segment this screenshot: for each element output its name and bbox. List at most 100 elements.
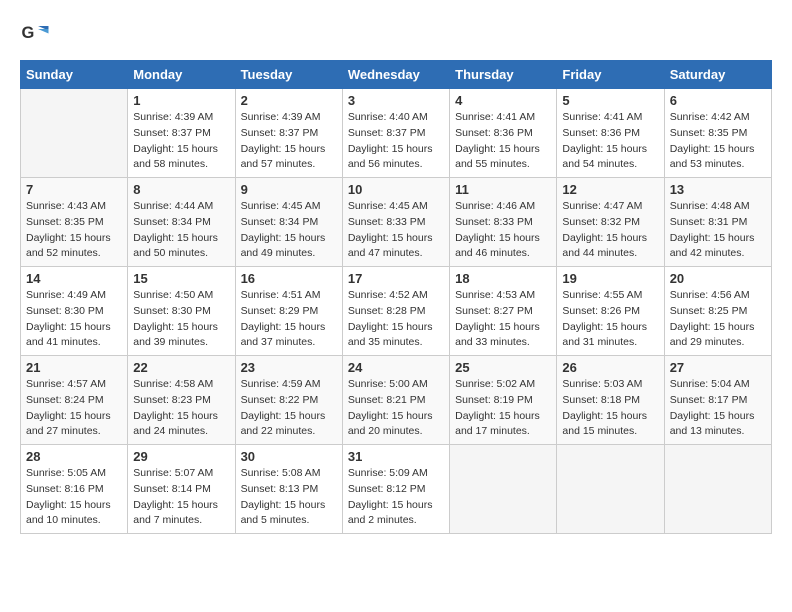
calendar-cell: 19 Sunrise: 4:55 AMSunset: 8:26 PMDaylig…	[557, 267, 664, 356]
calendar-cell: 31 Sunrise: 5:09 AMSunset: 8:12 PMDaylig…	[342, 445, 449, 534]
calendar-cell: 26 Sunrise: 5:03 AMSunset: 8:18 PMDaylig…	[557, 356, 664, 445]
day-info: Sunrise: 4:55 AMSunset: 8:26 PMDaylight:…	[562, 289, 647, 348]
day-info: Sunrise: 4:52 AMSunset: 8:28 PMDaylight:…	[348, 289, 433, 348]
calendar-cell	[21, 89, 128, 178]
day-number: 5	[562, 93, 658, 108]
day-number: 10	[348, 182, 444, 197]
day-number: 16	[241, 271, 337, 286]
day-number: 13	[670, 182, 766, 197]
day-info: Sunrise: 5:04 AMSunset: 8:17 PMDaylight:…	[670, 378, 755, 437]
day-info: Sunrise: 4:39 AMSunset: 8:37 PMDaylight:…	[241, 111, 326, 170]
day-info: Sunrise: 5:02 AMSunset: 8:19 PMDaylight:…	[455, 378, 540, 437]
day-info: Sunrise: 4:48 AMSunset: 8:31 PMDaylight:…	[670, 200, 755, 259]
calendar-cell: 24 Sunrise: 5:00 AMSunset: 8:21 PMDaylig…	[342, 356, 449, 445]
header-cell-wednesday: Wednesday	[342, 61, 449, 89]
calendar-cell	[557, 445, 664, 534]
day-info: Sunrise: 4:56 AMSunset: 8:25 PMDaylight:…	[670, 289, 755, 348]
day-number: 31	[348, 449, 444, 464]
logo-icon: G	[20, 20, 50, 50]
day-info: Sunrise: 4:44 AMSunset: 8:34 PMDaylight:…	[133, 200, 218, 259]
day-number: 17	[348, 271, 444, 286]
calendar-body: 1 Sunrise: 4:39 AMSunset: 8:37 PMDayligh…	[21, 89, 772, 534]
calendar-cell: 3 Sunrise: 4:40 AMSunset: 8:37 PMDayligh…	[342, 89, 449, 178]
day-info: Sunrise: 4:53 AMSunset: 8:27 PMDaylight:…	[455, 289, 540, 348]
calendar-cell: 2 Sunrise: 4:39 AMSunset: 8:37 PMDayligh…	[235, 89, 342, 178]
calendar-cell: 22 Sunrise: 4:58 AMSunset: 8:23 PMDaylig…	[128, 356, 235, 445]
day-info: Sunrise: 5:03 AMSunset: 8:18 PMDaylight:…	[562, 378, 647, 437]
day-number: 22	[133, 360, 229, 375]
day-info: Sunrise: 4:57 AMSunset: 8:24 PMDaylight:…	[26, 378, 111, 437]
day-number: 1	[133, 93, 229, 108]
day-info: Sunrise: 4:39 AMSunset: 8:37 PMDaylight:…	[133, 111, 218, 170]
day-info: Sunrise: 4:47 AMSunset: 8:32 PMDaylight:…	[562, 200, 647, 259]
week-row-5: 28 Sunrise: 5:05 AMSunset: 8:16 PMDaylig…	[21, 445, 772, 534]
week-row-2: 7 Sunrise: 4:43 AMSunset: 8:35 PMDayligh…	[21, 178, 772, 267]
calendar-cell: 30 Sunrise: 5:08 AMSunset: 8:13 PMDaylig…	[235, 445, 342, 534]
day-number: 18	[455, 271, 551, 286]
week-row-3: 14 Sunrise: 4:49 AMSunset: 8:30 PMDaylig…	[21, 267, 772, 356]
header-cell-saturday: Saturday	[664, 61, 771, 89]
calendar-cell: 23 Sunrise: 4:59 AMSunset: 8:22 PMDaylig…	[235, 356, 342, 445]
day-number: 15	[133, 271, 229, 286]
calendar-cell: 7 Sunrise: 4:43 AMSunset: 8:35 PMDayligh…	[21, 178, 128, 267]
day-number: 23	[241, 360, 337, 375]
calendar-cell: 11 Sunrise: 4:46 AMSunset: 8:33 PMDaylig…	[450, 178, 557, 267]
calendar-cell: 15 Sunrise: 4:50 AMSunset: 8:30 PMDaylig…	[128, 267, 235, 356]
calendar-cell	[664, 445, 771, 534]
day-info: Sunrise: 5:08 AMSunset: 8:13 PMDaylight:…	[241, 467, 326, 526]
svg-text:G: G	[22, 24, 35, 42]
day-number: 21	[26, 360, 122, 375]
day-info: Sunrise: 5:09 AMSunset: 8:12 PMDaylight:…	[348, 467, 433, 526]
header-cell-monday: Monday	[128, 61, 235, 89]
calendar-cell: 20 Sunrise: 4:56 AMSunset: 8:25 PMDaylig…	[664, 267, 771, 356]
calendar-cell: 28 Sunrise: 5:05 AMSunset: 8:16 PMDaylig…	[21, 445, 128, 534]
day-number: 27	[670, 360, 766, 375]
day-info: Sunrise: 4:42 AMSunset: 8:35 PMDaylight:…	[670, 111, 755, 170]
day-number: 24	[348, 360, 444, 375]
day-info: Sunrise: 4:50 AMSunset: 8:30 PMDaylight:…	[133, 289, 218, 348]
calendar-cell: 5 Sunrise: 4:41 AMSunset: 8:36 PMDayligh…	[557, 89, 664, 178]
calendar-cell	[450, 445, 557, 534]
calendar-cell: 4 Sunrise: 4:41 AMSunset: 8:36 PMDayligh…	[450, 89, 557, 178]
day-number: 12	[562, 182, 658, 197]
calendar-cell: 25 Sunrise: 5:02 AMSunset: 8:19 PMDaylig…	[450, 356, 557, 445]
calendar-cell: 16 Sunrise: 4:51 AMSunset: 8:29 PMDaylig…	[235, 267, 342, 356]
calendar-cell: 18 Sunrise: 4:53 AMSunset: 8:27 PMDaylig…	[450, 267, 557, 356]
day-info: Sunrise: 4:43 AMSunset: 8:35 PMDaylight:…	[26, 200, 111, 259]
day-info: Sunrise: 4:51 AMSunset: 8:29 PMDaylight:…	[241, 289, 326, 348]
day-number: 14	[26, 271, 122, 286]
week-row-4: 21 Sunrise: 4:57 AMSunset: 8:24 PMDaylig…	[21, 356, 772, 445]
calendar-cell: 21 Sunrise: 4:57 AMSunset: 8:24 PMDaylig…	[21, 356, 128, 445]
day-number: 11	[455, 182, 551, 197]
calendar-cell: 10 Sunrise: 4:45 AMSunset: 8:33 PMDaylig…	[342, 178, 449, 267]
day-number: 20	[670, 271, 766, 286]
day-info: Sunrise: 5:00 AMSunset: 8:21 PMDaylight:…	[348, 378, 433, 437]
calendar-cell: 8 Sunrise: 4:44 AMSunset: 8:34 PMDayligh…	[128, 178, 235, 267]
day-number: 29	[133, 449, 229, 464]
day-info: Sunrise: 5:07 AMSunset: 8:14 PMDaylight:…	[133, 467, 218, 526]
day-info: Sunrise: 4:49 AMSunset: 8:30 PMDaylight:…	[26, 289, 111, 348]
day-number: 6	[670, 93, 766, 108]
day-info: Sunrise: 4:40 AMSunset: 8:37 PMDaylight:…	[348, 111, 433, 170]
day-info: Sunrise: 4:45 AMSunset: 8:33 PMDaylight:…	[348, 200, 433, 259]
day-number: 26	[562, 360, 658, 375]
day-number: 2	[241, 93, 337, 108]
week-row-1: 1 Sunrise: 4:39 AMSunset: 8:37 PMDayligh…	[21, 89, 772, 178]
header: G	[20, 20, 772, 50]
day-number: 28	[26, 449, 122, 464]
day-info: Sunrise: 4:45 AMSunset: 8:34 PMDaylight:…	[241, 200, 326, 259]
calendar-cell: 9 Sunrise: 4:45 AMSunset: 8:34 PMDayligh…	[235, 178, 342, 267]
calendar-cell: 27 Sunrise: 5:04 AMSunset: 8:17 PMDaylig…	[664, 356, 771, 445]
header-row: SundayMondayTuesdayWednesdayThursdayFrid…	[21, 61, 772, 89]
calendar-table: SundayMondayTuesdayWednesdayThursdayFrid…	[20, 60, 772, 534]
calendar-header: SundayMondayTuesdayWednesdayThursdayFrid…	[21, 61, 772, 89]
day-number: 25	[455, 360, 551, 375]
calendar-cell: 17 Sunrise: 4:52 AMSunset: 8:28 PMDaylig…	[342, 267, 449, 356]
day-number: 7	[26, 182, 122, 197]
day-number: 4	[455, 93, 551, 108]
header-cell-tuesday: Tuesday	[235, 61, 342, 89]
header-cell-friday: Friday	[557, 61, 664, 89]
day-info: Sunrise: 4:41 AMSunset: 8:36 PMDaylight:…	[562, 111, 647, 170]
day-info: Sunrise: 4:46 AMSunset: 8:33 PMDaylight:…	[455, 200, 540, 259]
calendar-cell: 14 Sunrise: 4:49 AMSunset: 8:30 PMDaylig…	[21, 267, 128, 356]
